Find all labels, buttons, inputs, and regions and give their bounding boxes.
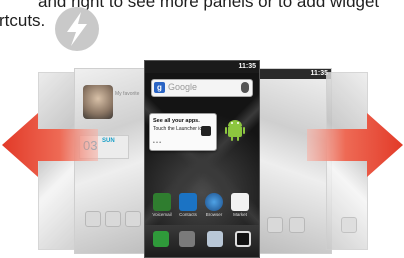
camera-icon[interactable] <box>179 231 195 247</box>
caption-line-2: rtcuts. <box>0 11 46 30</box>
arrow-right-icon <box>307 113 403 177</box>
arrow-left-icon <box>2 113 98 177</box>
google-search-widget[interactable]: g Google <box>151 79 253 97</box>
status-bar: 11:35 <box>145 61 259 73</box>
camera-icon <box>125 211 141 227</box>
email-icon[interactable] <box>207 231 223 247</box>
voicemail-icon[interactable] <box>153 193 171 211</box>
tip-title: See all your apps. <box>153 118 200 124</box>
phone-icon[interactable] <box>153 231 169 247</box>
lightning-bolt-icon <box>55 7 99 51</box>
launcher-icon <box>201 126 211 136</box>
contacts-icon[interactable] <box>179 193 197 211</box>
launcher-icon <box>289 217 305 233</box>
android-icon[interactable] <box>225 117 245 141</box>
microphone-icon[interactable] <box>241 82 249 93</box>
email-icon <box>267 217 283 233</box>
tip-dots: • • • <box>153 140 162 146</box>
market-icon[interactable] <box>231 193 249 211</box>
browser-label: Browser <box>205 212 223 217</box>
bottom-dock <box>145 225 259 257</box>
contacts-label: Contacts <box>179 212 197 217</box>
widget-text: My favorite <box>115 91 140 97</box>
market-label: Market <box>233 212 247 217</box>
app-shortcut-row: Voicemail Contacts Browser Market <box>151 193 253 217</box>
browser-icon[interactable] <box>205 193 223 211</box>
launcher-icon[interactable] <box>235 231 251 247</box>
date-day: SUN <box>102 138 115 144</box>
right-status-bar: 11:35 <box>253 69 331 79</box>
launcher-tip-bubble[interactable]: See all your apps. Touch the Launcher ic… <box>149 113 217 151</box>
center-home-screen: 11:35 g Google See all your apps. Touch … <box>144 60 260 258</box>
google-g-icon: g <box>154 82 165 93</box>
phone-icon <box>85 211 101 227</box>
search-input[interactable]: Google <box>168 82 197 92</box>
voicemail-label: Voicemail <box>152 212 172 217</box>
contacts-icon <box>105 211 121 227</box>
launcher-icon <box>341 217 357 233</box>
